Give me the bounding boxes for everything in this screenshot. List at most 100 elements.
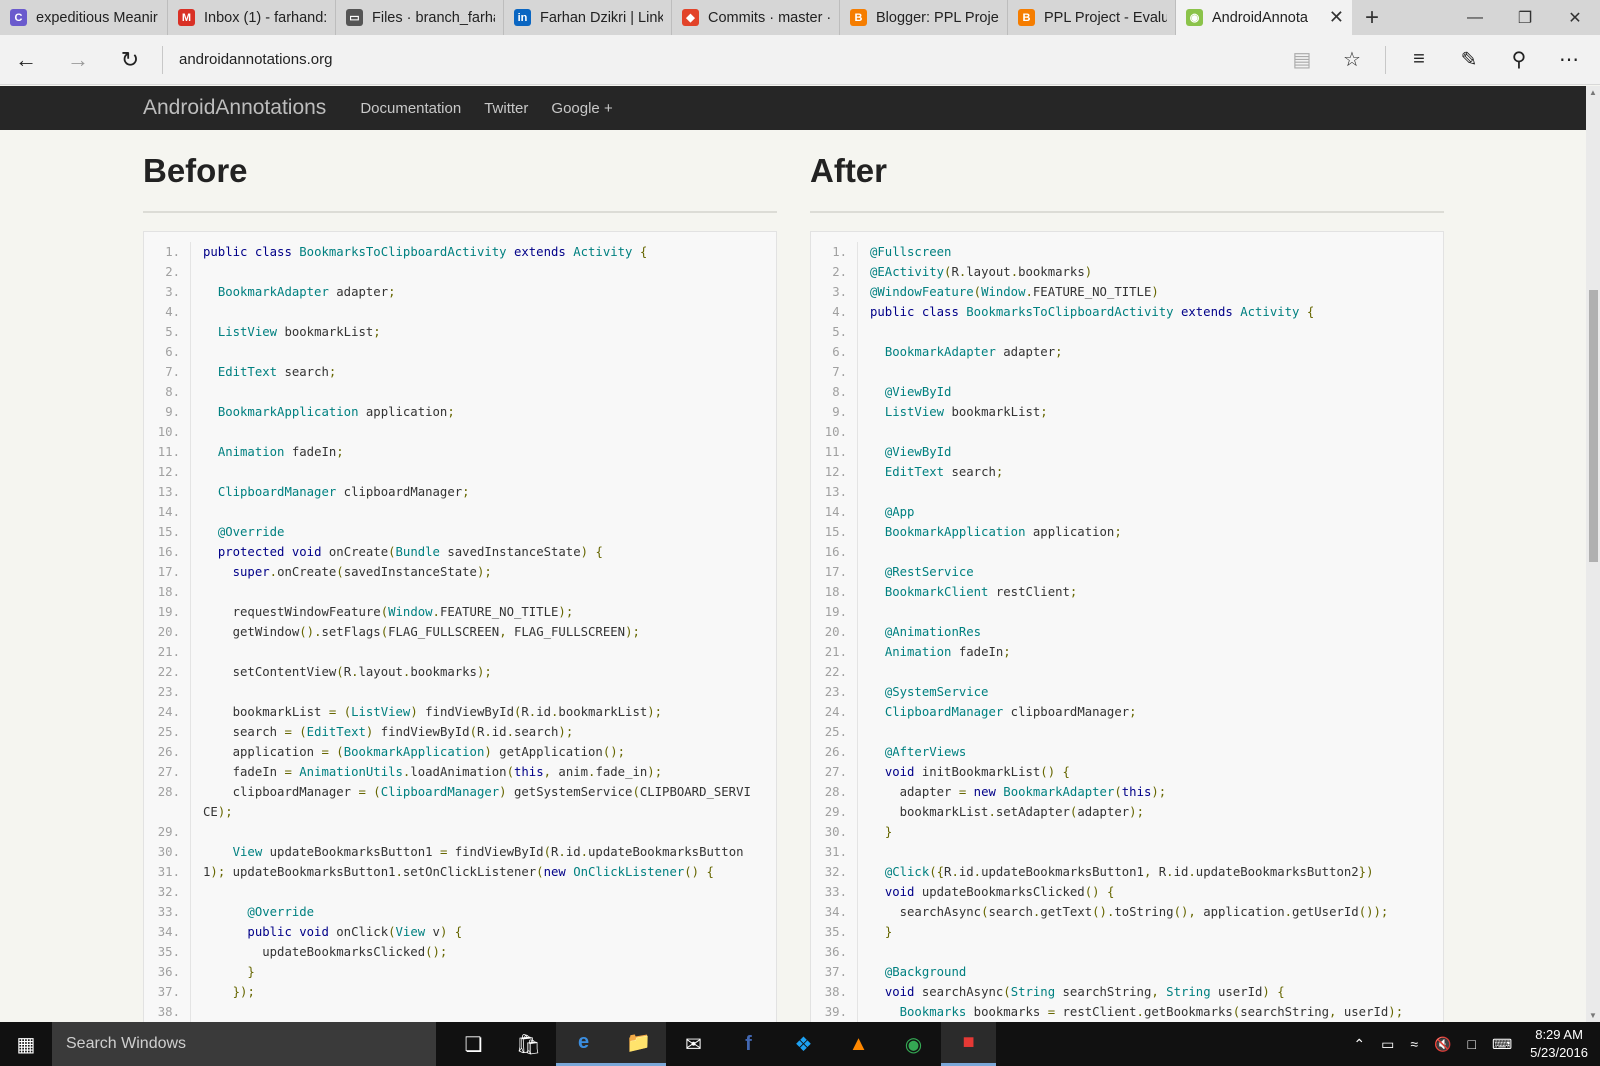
browser-tab[interactable]: ◆ Commits · master · bbox=[672, 0, 840, 35]
store-icon[interactable]: 🛍 bbox=[501, 1022, 556, 1066]
code-line: 13. ClipboardManager clipboardManager; bbox=[144, 482, 776, 502]
scroll-up-icon[interactable]: ▲ bbox=[1586, 88, 1600, 97]
code-text: search = (EditText) findViewById(R.id.se… bbox=[203, 725, 574, 739]
code-text: @WindowFeature(Window.FEATURE_NO_TITLE) bbox=[870, 285, 1159, 299]
volume-muted-icon[interactable]: 🔇 bbox=[1434, 1036, 1451, 1053]
chrome-icon[interactable]: ◉ bbox=[886, 1022, 941, 1066]
new-tab-button[interactable]: + bbox=[1352, 0, 1392, 35]
keyboard-icon[interactable]: ⌨ bbox=[1492, 1036, 1512, 1053]
scrollbar-thumb[interactable] bbox=[1589, 290, 1598, 562]
code-line: 36. } bbox=[144, 962, 776, 982]
line-number: 38. bbox=[144, 1002, 191, 1022]
web-note-icon[interactable]: ✎ bbox=[1444, 47, 1494, 72]
action-center-icon[interactable]: □ bbox=[1467, 1036, 1475, 1052]
line-number: 2. bbox=[144, 262, 191, 282]
line-number: 5. bbox=[144, 322, 191, 342]
code-line: 5. bbox=[811, 322, 1443, 342]
browser-tab[interactable]: in Farhan Dzikri | Link bbox=[504, 0, 672, 35]
code-line: 13. bbox=[811, 482, 1443, 502]
site-brand[interactable]: AndroidAnnotations bbox=[143, 96, 326, 120]
code-text: updateBookmarksClicked(); bbox=[203, 945, 448, 959]
before-divider bbox=[143, 211, 777, 213]
line-number: 38. bbox=[811, 982, 858, 1002]
code-line: 24. bookmarkList = (ListView) findViewBy… bbox=[144, 702, 776, 722]
more-icon[interactable]: ⋯ bbox=[1544, 47, 1594, 72]
vlc-icon[interactable]: ▲ bbox=[831, 1022, 886, 1066]
line-number: 11. bbox=[811, 442, 858, 462]
line-number: 17. bbox=[811, 562, 858, 582]
reading-view-icon[interactable]: ▤ bbox=[1277, 47, 1327, 72]
code-text: BookmarkAdapter adapter; bbox=[217, 285, 396, 299]
task-view-icon[interactable]: ❏ bbox=[446, 1022, 501, 1066]
line-number: 1. bbox=[144, 242, 191, 262]
code-line: 33. @Override bbox=[144, 902, 776, 922]
code-text: Bookmarks bookmarks = restClient.getBook… bbox=[899, 1005, 1404, 1019]
mail-icon[interactable]: ✉ bbox=[666, 1022, 721, 1066]
code-text: @Override bbox=[247, 905, 315, 919]
nav-documentation[interactable]: Documentation bbox=[360, 100, 461, 117]
edge-browser-icon[interactable]: e bbox=[556, 1022, 611, 1066]
show-hidden-icons-icon[interactable]: ⌃ bbox=[1353, 1036, 1365, 1053]
address-bar[interactable]: androidannotations.org bbox=[162, 45, 1277, 74]
favorite-star-icon[interactable]: ☆ bbox=[1327, 47, 1377, 72]
code-line: 15. @Override bbox=[144, 522, 776, 542]
code-text: getWindow().setFlags(FLAG_FULLSCREEN, FL… bbox=[203, 625, 640, 639]
close-tab-icon[interactable]: ✕ bbox=[1329, 7, 1344, 28]
close-window-icon[interactable]: ✕ bbox=[1550, 0, 1600, 35]
nav-twitter[interactable]: Twitter bbox=[484, 100, 528, 117]
code-line: 7. bbox=[811, 362, 1443, 382]
line-number: 17. bbox=[144, 562, 191, 582]
code-line: 28. clipboardManager = (ClipboardManager… bbox=[144, 782, 776, 822]
code-line: 20. getWindow().setFlags(FLAG_FULLSCREEN… bbox=[144, 622, 776, 642]
code-line: 7. EditText search; bbox=[144, 362, 776, 382]
line-number: 9. bbox=[811, 402, 858, 422]
screenshot-tool-icon[interactable]: ■ bbox=[941, 1022, 996, 1066]
code-line: 3. BookmarkAdapter adapter; bbox=[144, 282, 776, 302]
refresh-button[interactable]: ↻ bbox=[104, 35, 156, 85]
linkedin-icon: in bbox=[514, 9, 531, 26]
code-text: searchAsync(search.getText().toString(),… bbox=[870, 905, 1389, 919]
restore-icon[interactable]: ❐ bbox=[1500, 0, 1550, 35]
browser-tab[interactable]: ◉ AndroidAnnota ✕ bbox=[1176, 0, 1352, 35]
nav-google-plus[interactable]: Google + bbox=[551, 100, 612, 117]
browser-tab[interactable]: B Blogger: PPL Projec bbox=[840, 0, 1008, 35]
browser-tab[interactable]: B PPL Project - Evalua bbox=[1008, 0, 1176, 35]
androidannotations-icon: ◉ bbox=[1186, 9, 1203, 26]
taskbar-clock[interactable]: 8:29 AM 5/23/2016 bbox=[1530, 1026, 1588, 1062]
line-number: 33. bbox=[811, 882, 858, 902]
code-line: 16. protected void onCreate(Bundle saved… bbox=[144, 542, 776, 562]
wifi-icon[interactable]: ≈ bbox=[1410, 1036, 1418, 1052]
browser-tab[interactable]: M Inbox (1) - farhand: bbox=[168, 0, 336, 35]
code-text: @Click({R.id.updateBookmarksButton1, R.i… bbox=[884, 865, 1374, 879]
before-column: Before 1. public class BookmarksToClipboa… bbox=[143, 130, 777, 1031]
facebook-icon[interactable]: f bbox=[721, 1022, 776, 1066]
code-line: 30. View updateBookmarksButton1 = findVi… bbox=[144, 842, 776, 879]
back-button[interactable]: ← bbox=[0, 35, 52, 85]
hub-icon[interactable]: ≡ bbox=[1394, 48, 1444, 71]
forward-button[interactable]: → bbox=[52, 35, 104, 85]
minimize-icon[interactable]: — bbox=[1450, 0, 1500, 35]
line-number: 14. bbox=[144, 502, 191, 522]
windows-start-icon[interactable]: ▦ bbox=[0, 1022, 52, 1066]
page-scrollbar[interactable]: ▲ ▼ bbox=[1586, 86, 1600, 1022]
taskbar-search-box[interactable]: Search Windows bbox=[52, 1022, 436, 1066]
battery-icon[interactable]: ▭ bbox=[1381, 1036, 1394, 1053]
before-heading: Before bbox=[143, 152, 248, 189]
scroll-down-icon[interactable]: ▼ bbox=[1586, 1011, 1600, 1020]
line-number: 25. bbox=[811, 722, 858, 742]
file-explorer-icon[interactable]: 📁 bbox=[611, 1022, 666, 1066]
browser-tab[interactable]: ▭ Files · branch_farha bbox=[336, 0, 504, 35]
line-number: 13. bbox=[144, 482, 191, 502]
twitter-icon[interactable]: ❖ bbox=[776, 1022, 831, 1066]
share-icon[interactable]: ⚲ bbox=[1494, 47, 1544, 72]
code-line: 4. public class BookmarksToClipboardActiv… bbox=[811, 302, 1443, 322]
browser-tab[interactable]: Cexpeditious Meanir bbox=[0, 0, 168, 35]
code-line: 32. @Click({R.id.updateBookmarksButton1,… bbox=[811, 862, 1443, 882]
tab-label: expeditious Meanir bbox=[36, 9, 158, 26]
clock-date: 5/23/2016 bbox=[1530, 1045, 1588, 1060]
